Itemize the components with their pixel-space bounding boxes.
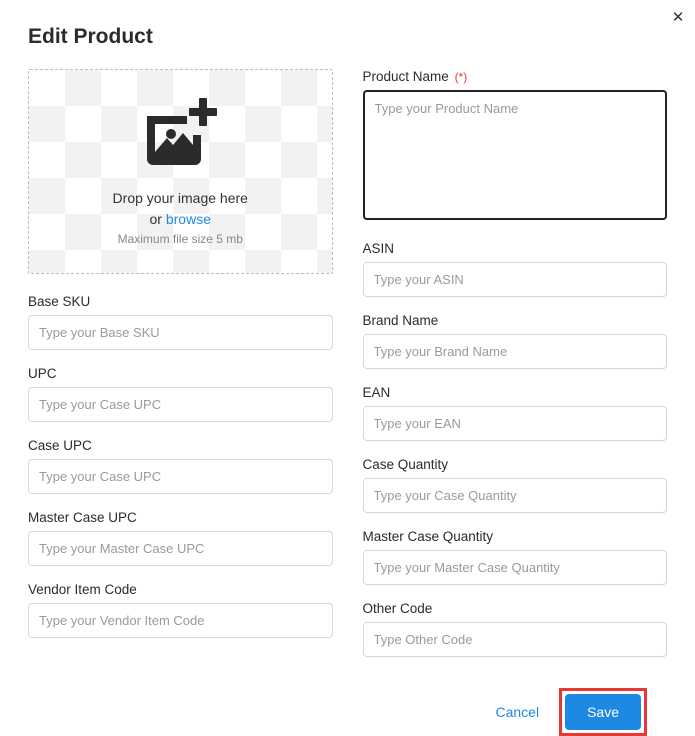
brand-name-input[interactable] bbox=[363, 334, 668, 369]
save-button[interactable]: Save bbox=[565, 694, 641, 730]
case-quantity-input[interactable] bbox=[363, 478, 668, 513]
vendor-item-code-input[interactable] bbox=[28, 603, 333, 638]
edit-product-dialog: Edit Product Drop your image bbox=[0, 0, 695, 736]
master-case-upc-label: Master Case UPC bbox=[28, 510, 333, 525]
other-code-label: Other Code bbox=[363, 601, 668, 616]
required-indicator: (*) bbox=[455, 70, 468, 84]
product-name-label: Product Name (*) bbox=[363, 69, 668, 84]
master-case-upc-input[interactable] bbox=[28, 531, 333, 566]
master-case-quantity-input[interactable] bbox=[363, 550, 668, 585]
other-code-input[interactable] bbox=[363, 622, 668, 657]
ean-input[interactable] bbox=[363, 406, 668, 441]
right-column: Product Name (*) ASIN Brand Name EAN Cas… bbox=[363, 69, 668, 673]
base-sku-label: Base SKU bbox=[28, 294, 333, 309]
case-upc-label: Case UPC bbox=[28, 438, 333, 453]
upc-input[interactable] bbox=[28, 387, 333, 422]
upc-label: UPC bbox=[28, 366, 333, 381]
ean-label: EAN bbox=[363, 385, 668, 400]
dialog-footer: Cancel Save bbox=[28, 673, 667, 736]
case-quantity-label: Case Quantity bbox=[363, 457, 668, 472]
case-upc-input[interactable] bbox=[28, 459, 333, 494]
vendor-item-code-label: Vendor Item Code bbox=[28, 582, 333, 597]
add-image-icon bbox=[141, 98, 219, 170]
cancel-button[interactable]: Cancel bbox=[495, 704, 539, 720]
save-button-highlight: Save bbox=[559, 688, 647, 736]
page-title: Edit Product bbox=[28, 25, 667, 49]
browse-link[interactable]: browse bbox=[166, 211, 211, 227]
close-icon: ✕ bbox=[672, 8, 685, 26]
master-case-quantity-label: Master Case Quantity bbox=[363, 529, 668, 544]
image-dropzone[interactable]: Drop your image here or browse Maximum f… bbox=[28, 69, 333, 274]
base-sku-input[interactable] bbox=[28, 315, 333, 350]
close-button[interactable]: ✕ bbox=[666, 5, 690, 29]
left-column: Drop your image here or browse Maximum f… bbox=[28, 69, 333, 673]
brand-name-label: Brand Name bbox=[363, 313, 668, 328]
dropzone-text: Drop your image here or browse bbox=[113, 188, 248, 230]
asin-input[interactable] bbox=[363, 262, 668, 297]
product-name-input[interactable] bbox=[363, 90, 668, 220]
dropzone-subtext: Maximum file size 5 mb bbox=[113, 232, 248, 246]
asin-label: ASIN bbox=[363, 241, 668, 256]
